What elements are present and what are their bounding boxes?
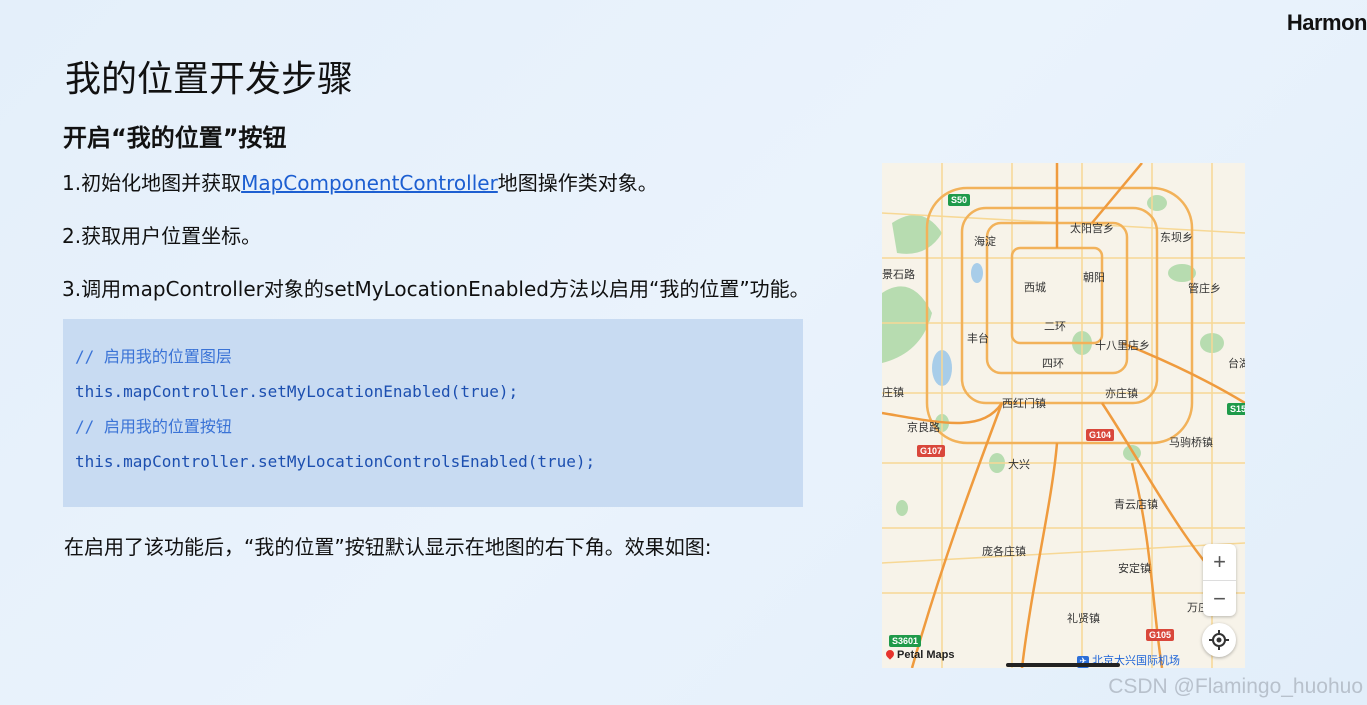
watermark: CSDN @Flamingo_huohuo [1108,675,1363,698]
result-note: 在启用了该功能后，“我的位置”按钮默认显示在地图的右下角。效果如图: [64,535,712,559]
map-component-controller-link[interactable]: MapComponentController [241,171,498,195]
map-label-jingliang: 京良路 [907,421,940,434]
map-label-sihuan: 四环 [1042,357,1064,370]
zoom-controls: + − [1203,544,1236,616]
map-label-tai: 台湖 [1228,357,1245,370]
map-label-shibalidian: 十八里店乡 [1095,339,1150,352]
code-line-2: this.mapController.setMyLocationControls… [75,452,596,471]
home-indicator [1006,663,1120,667]
map-label-chaoyang: 朝阳 [1083,271,1105,284]
shield-g104: G104 [1086,429,1115,441]
code-comment-1: // 启用我的位置图层 [75,347,232,366]
step-1-suffix: 地图操作类对象。 [497,171,658,195]
map-label-shijingshan: 景石路 [882,268,915,281]
step-2: 2.获取用户位置坐标。 [62,224,262,248]
petal-maps-attribution: Petal Maps [884,648,955,661]
map-label-xicheng: 西城 [1024,281,1046,294]
shield-s3601: S3601 [889,635,922,647]
map-label-daxing: 大兴 [1008,458,1030,471]
map-label-yizhuang: 亦庄镇 [1105,387,1138,400]
map-view[interactable]: 海淀 太阳宫乡 东坝乡 景石路 西城 朝阳 管庄乡 二环 丰台 十八里店乡 四环… [882,163,1245,668]
page-title: 我的位置开发步骤 [65,59,354,100]
map-label-pangezhuang: 庞各庄镇 [982,545,1026,558]
map-label-haidian: 海淀 [974,235,996,248]
map-label-dongba: 东坝乡 [1160,231,1193,244]
my-location-button[interactable] [1202,623,1236,657]
code-block: // 启用我的位置图层 this.mapController.setMyLoca… [63,319,803,507]
map-label-xihongmen: 西红门镇 [1002,397,1046,410]
map-label-lixian: 礼贤镇 [1067,612,1100,625]
petal-maps-label: Petal Maps [897,649,955,661]
map-label-anding: 安定镇 [1118,562,1151,575]
map-label-erhuan: 二环 [1044,320,1066,333]
section-subtitle: 开启“我的位置”按钮 [63,124,287,152]
map-label-majuqiao: 马驹桥镇 [1169,436,1213,449]
step-1: 1.初始化地图并获取MapComponentController地图操作类对象。 [62,167,658,196]
map-label-zhuang: 庄镇 [882,386,904,399]
step-3: 3.调用mapController对象的setMyLocationEnabled… [62,277,810,301]
step-1-prefix: 1.初始化地图并获取 [62,171,242,195]
map-label-qingyundian: 青云店镇 [1114,498,1158,511]
locate-icon [1209,630,1229,650]
zoom-in-button[interactable]: + [1203,544,1236,581]
shield-s50: S50 [948,194,971,206]
shield-s15: S15 [1227,403,1245,415]
shield-g105: G105 [1146,629,1175,641]
shield-g107: G107 [917,445,946,457]
map-label-guanzhuang: 管庄乡 [1188,282,1221,295]
brand-logo: Harmon [1286,10,1367,35]
code-comment-2: // 启用我的位置按钮 [75,417,232,436]
petal-pin-icon [884,648,896,660]
zoom-out-button[interactable]: − [1203,581,1236,617]
code-line-1: this.mapController.setMyLocationEnabled(… [75,382,519,401]
map-label-fengtai: 丰台 [967,332,989,345]
map-label-taiyanggong: 太阳宫乡 [1070,222,1114,235]
